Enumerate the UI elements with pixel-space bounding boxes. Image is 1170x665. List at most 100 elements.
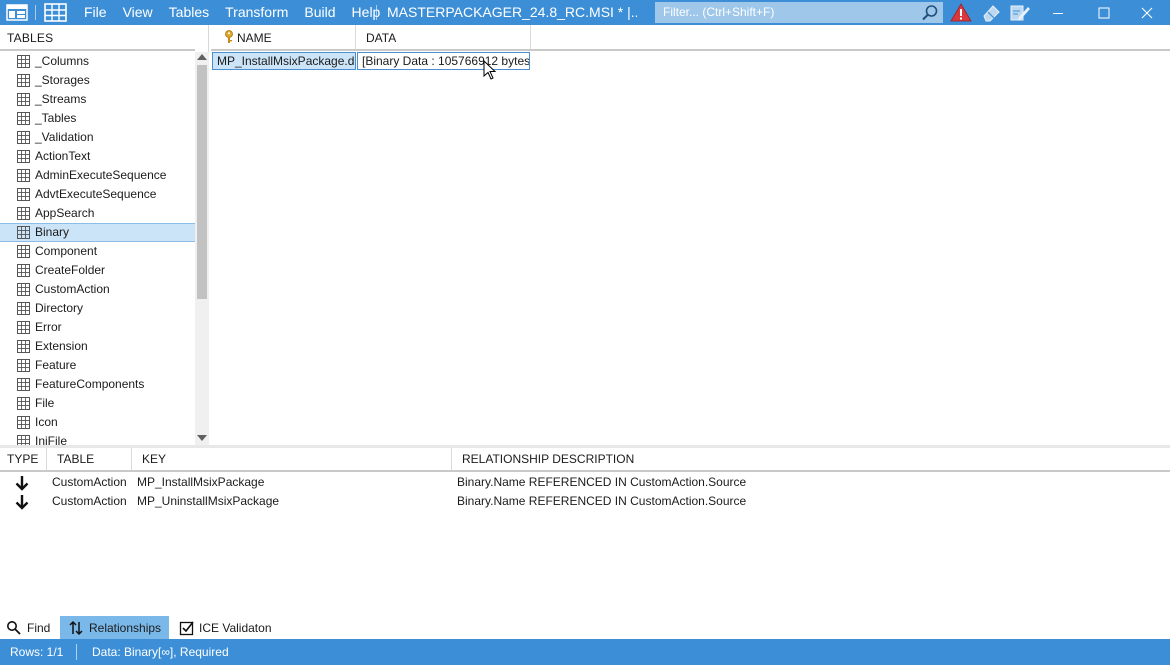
rel-header-table[interactable]: TABLE xyxy=(47,448,132,470)
table-item[interactable]: Error xyxy=(0,318,195,337)
table-item-label: _Tables xyxy=(35,111,77,125)
table-item[interactable]: CreateFolder xyxy=(0,261,195,280)
scroll-down-arrow-icon[interactable] xyxy=(197,435,207,441)
table-item[interactable]: AdvtExecuteSequence xyxy=(0,185,195,204)
table-item-label: CustomAction xyxy=(35,282,110,296)
tab-find[interactable]: Find xyxy=(0,616,58,639)
table-item[interactable]: _Storages xyxy=(0,71,195,90)
table-item[interactable]: CustomAction xyxy=(0,280,195,299)
table-item[interactable]: Binary xyxy=(0,223,195,242)
relationship-row[interactable]: CustomAction MP_UninstallMsixPackage Bin… xyxy=(0,492,1170,511)
table-item[interactable]: Feature xyxy=(0,356,195,375)
tab-ice-validation[interactable]: ICE Validaton xyxy=(175,616,275,639)
menu-view[interactable]: View xyxy=(115,0,161,25)
rel-header-description[interactable]: RELATIONSHIP DESCRIPTION xyxy=(452,448,1170,470)
rel-key-cell: MP_InstallMsixPackage xyxy=(137,475,265,489)
table-item-label: _Streams xyxy=(35,92,87,106)
table-item[interactable]: ActionText xyxy=(0,147,195,166)
arrow-down-icon xyxy=(15,476,29,491)
tab-find-label: Find xyxy=(27,621,51,635)
column-name-label: NAME xyxy=(237,31,272,45)
rel-description-cell: Binary.Name REFERENCED IN CustomAction.S… xyxy=(457,475,747,489)
sign-icon[interactable] xyxy=(1009,2,1031,23)
cell-name[interactable]: MP_InstallMsixPackage.dll xyxy=(212,52,356,70)
table-icon xyxy=(17,188,30,201)
search-icon xyxy=(7,621,21,635)
table-item[interactable]: _Tables xyxy=(0,109,195,128)
table-icon xyxy=(17,93,30,106)
rel-header-key-label: KEY xyxy=(142,452,167,466)
status-bar: Rows: 1/1 Data: Binary[∞], Required xyxy=(0,639,1170,665)
app-logo-icon[interactable] xyxy=(6,4,28,21)
tables-list[interactable]: _Columns _Storages _Streams _Tables _Validat… xyxy=(0,52,195,445)
menu-transform[interactable]: Transform xyxy=(217,0,296,25)
data-grid: NAME DATA MP_InstallMsixPackage.dll [Bin… xyxy=(211,25,1170,445)
table-icon xyxy=(17,359,30,372)
eraser-icon[interactable] xyxy=(980,2,1002,23)
scroll-up-arrow-icon[interactable] xyxy=(197,54,207,60)
table-icon xyxy=(17,245,30,258)
maximize-icon xyxy=(1098,7,1110,18)
table-icon xyxy=(17,112,30,125)
cell-data[interactable]: [Binary Data : 105766912 bytes] xyxy=(357,52,530,70)
table-item[interactable]: Icon xyxy=(0,413,195,432)
primary-key-icon xyxy=(225,30,233,43)
tab-relationships[interactable]: Relationships xyxy=(60,616,169,639)
table-icon xyxy=(17,207,30,220)
grid-header-divider xyxy=(211,49,1170,51)
rel-header-type[interactable]: TYPE xyxy=(0,448,47,470)
table-item[interactable]: _Columns xyxy=(0,52,195,71)
title-separator xyxy=(376,5,377,20)
table-icon xyxy=(17,435,30,445)
table-item[interactable]: Directory xyxy=(0,299,195,318)
close-button[interactable] xyxy=(1124,0,1170,25)
menu-file[interactable]: File xyxy=(76,0,115,25)
minimize-button[interactable] xyxy=(1035,0,1081,25)
table-icon xyxy=(17,150,30,163)
menu-help[interactable]: Help xyxy=(344,0,389,25)
table-item[interactable]: Component xyxy=(0,242,195,261)
table-item-label: AdvtExecuteSequence xyxy=(35,187,157,201)
table-item[interactable]: AppSearch xyxy=(0,204,195,223)
mouse-cursor-icon xyxy=(483,60,497,80)
menu-tables[interactable]: Tables xyxy=(161,0,217,25)
tables-header-divider xyxy=(0,49,195,51)
table-icon xyxy=(17,283,30,296)
table-item-label: Binary xyxy=(35,225,70,239)
table-icon xyxy=(17,55,30,68)
rel-header-key[interactable]: KEY xyxy=(132,448,452,470)
table-item-label: _Columns xyxy=(35,54,90,68)
minimize-icon xyxy=(1053,12,1063,14)
table-item[interactable]: IniFile xyxy=(0,432,195,445)
table-item-label: AppSearch xyxy=(35,206,95,220)
scroll-thumb[interactable] xyxy=(197,65,207,299)
table-item[interactable]: FeatureComponents xyxy=(0,375,195,394)
table-item[interactable]: _Validation xyxy=(0,128,195,147)
relationships-panel: TYPE TABLE KEY RELATIONSHIP DESCRIPTION … xyxy=(0,448,1170,616)
table-icon xyxy=(17,169,30,182)
rel-header-description-label: RELATIONSHIP DESCRIPTION xyxy=(462,452,635,466)
column-header-name[interactable]: NAME xyxy=(211,25,356,49)
table-item-label: Error xyxy=(35,320,62,334)
status-rows: Rows: 1/1 xyxy=(10,645,64,659)
table-item[interactable]: AdminExecuteSequence xyxy=(0,166,195,185)
menu-build[interactable]: Build xyxy=(296,0,343,25)
rel-table-cell: CustomAction xyxy=(52,494,127,508)
table-grid-icon[interactable] xyxy=(44,3,67,22)
table-icon xyxy=(17,74,30,87)
table-item-label: File xyxy=(35,396,55,410)
filter-input[interactable]: Filter... (Ctrl+Shift+F) xyxy=(655,2,943,23)
table-item[interactable]: File xyxy=(0,394,195,413)
table-item[interactable]: _Streams xyxy=(0,90,195,109)
warning-icon[interactable] xyxy=(950,2,972,23)
search-icon[interactable] xyxy=(921,4,939,22)
column-header-data[interactable]: DATA xyxy=(356,25,531,49)
maximize-button[interactable] xyxy=(1081,0,1127,25)
table-icon xyxy=(17,321,30,334)
tables-scrollbar[interactable] xyxy=(195,52,209,445)
relationship-row[interactable]: CustomAction MP_InstallMsixPackage Binar… xyxy=(0,473,1170,492)
table-item[interactable]: Extension xyxy=(0,337,195,356)
menu-bar: File View Tables Transform Build Help xyxy=(76,0,388,25)
rel-table-cell: CustomAction xyxy=(52,475,127,489)
title-separator xyxy=(35,5,36,20)
